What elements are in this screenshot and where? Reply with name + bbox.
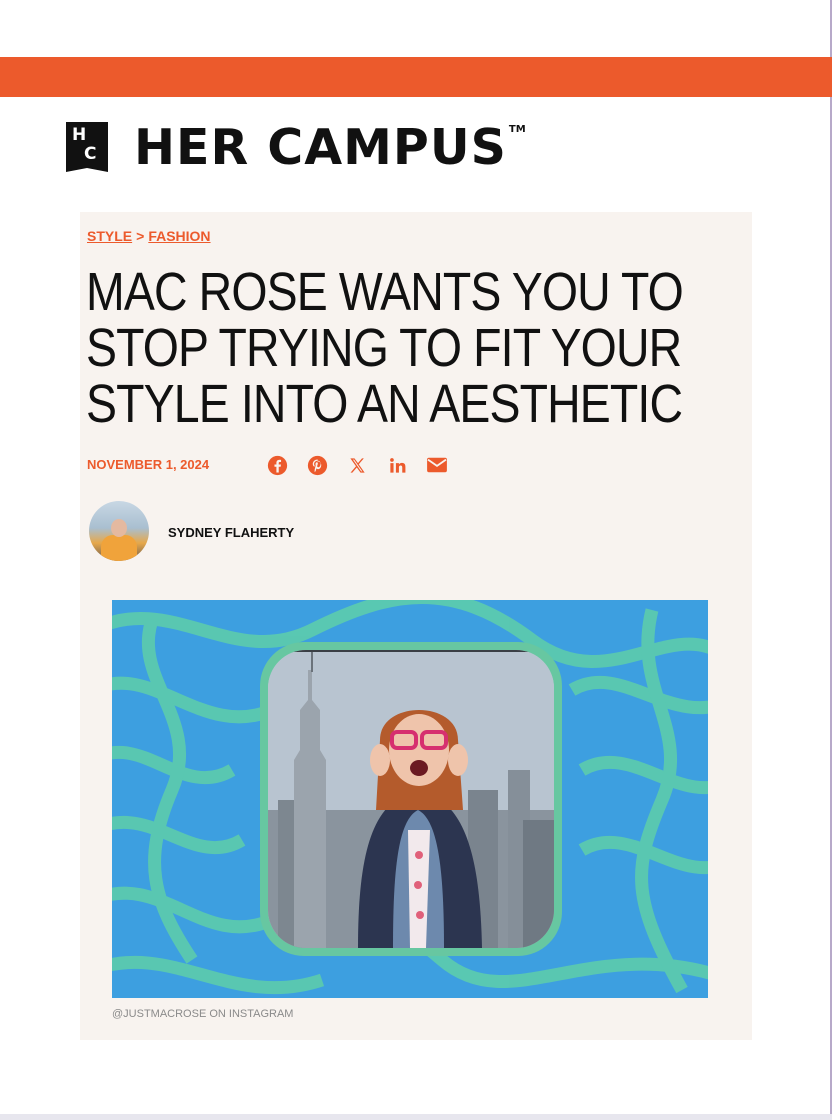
trademark-symbol: TM bbox=[508, 124, 526, 135]
breadcrumb-fashion-link[interactable]: FASHION bbox=[148, 228, 210, 244]
breadcrumb-separator: > bbox=[136, 228, 145, 244]
headline-line: STYLE INTO AN AESTHETIC bbox=[86, 374, 683, 434]
pinterest-icon[interactable] bbox=[306, 454, 328, 476]
headline-line: MAC ROSE WANTS YOU TO bbox=[86, 262, 684, 322]
author-avatar[interactable] bbox=[89, 501, 149, 561]
article-headline: MAC ROSE WANTS YOU TO STOP TRYING TO FIT … bbox=[86, 264, 684, 432]
site-name: HER CAMPUS bbox=[134, 118, 507, 176]
portrait-photo bbox=[268, 650, 554, 948]
linkedin-icon[interactable] bbox=[386, 454, 408, 476]
headline-line: STOP TRYING TO FIT YOUR bbox=[86, 318, 682, 378]
hc-logo-icon: HC bbox=[66, 122, 108, 172]
hero-image bbox=[112, 600, 708, 998]
share-bar bbox=[266, 454, 448, 476]
facebook-icon[interactable] bbox=[266, 454, 288, 476]
photo-frame bbox=[260, 642, 562, 956]
site-logo[interactable]: HC HER CAMPUS TM bbox=[66, 122, 526, 172]
breadcrumb-style-link[interactable]: STYLE bbox=[87, 228, 132, 244]
email-icon[interactable] bbox=[426, 454, 448, 476]
image-caption: @JUSTMACROSE ON INSTAGRAM bbox=[112, 1008, 294, 1020]
page-bottom-edge bbox=[0, 1114, 832, 1120]
publish-date: NOVEMBER 1, 2024 bbox=[87, 457, 210, 472]
author-name[interactable]: SYDNEY FLAHERTY bbox=[168, 525, 294, 540]
brand-stripe bbox=[0, 57, 832, 97]
x-icon[interactable] bbox=[346, 454, 368, 476]
breadcrumb: STYLE > FASHION bbox=[87, 228, 211, 244]
